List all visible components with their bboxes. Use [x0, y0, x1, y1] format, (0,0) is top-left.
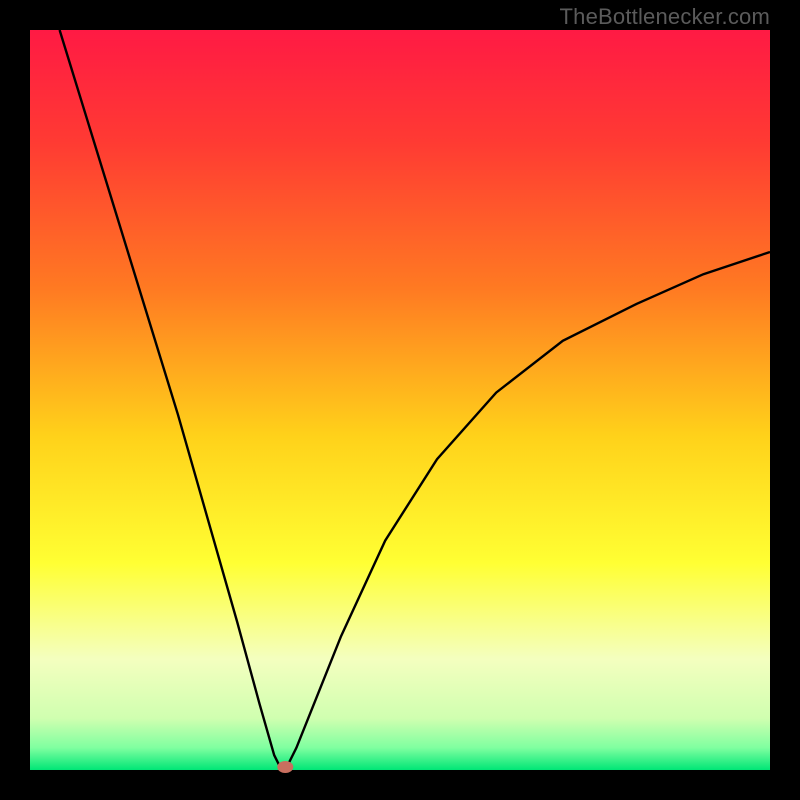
bottleneck-chart	[0, 0, 800, 800]
watermark-text: TheBottlenecker.com	[560, 4, 770, 30]
chart-container: TheBottlenecker.com	[0, 0, 800, 800]
optimum-marker	[277, 761, 293, 773]
plot-background	[30, 30, 770, 770]
